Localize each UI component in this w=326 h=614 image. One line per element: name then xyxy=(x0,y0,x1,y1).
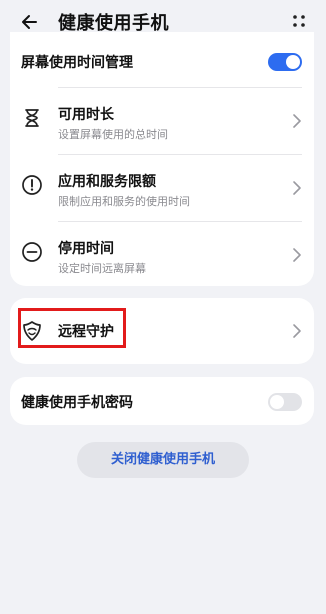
chevron-right-icon xyxy=(293,114,301,128)
exclamation-circle-icon xyxy=(22,175,42,195)
chevron-right-icon xyxy=(293,181,301,195)
password-card: 健康使用手机密码 xyxy=(10,377,314,425)
screen-time-card: 屏幕使用时间管理 可用时长 设置屏幕使用的总时间 应用和服务限额 限制应用和服务… xyxy=(10,32,314,286)
more-dots-icon xyxy=(293,15,305,27)
list-item-available-time[interactable]: 可用时长 设置屏幕使用的总时间 xyxy=(10,88,314,152)
screen-time-toggle[interactable] xyxy=(268,53,302,71)
minus-circle-icon xyxy=(22,242,42,262)
chevron-right-icon xyxy=(293,324,301,338)
item-title: 停用时间 xyxy=(58,241,114,257)
password-toggle[interactable] xyxy=(268,393,302,411)
remote-guardian-title: 远程守护 xyxy=(58,324,114,340)
more-button[interactable] xyxy=(288,10,310,32)
item-subtitle: 限制应用和服务的使用时间 xyxy=(58,195,190,208)
chevron-right-icon xyxy=(293,248,301,262)
list-item-downtime[interactable]: 停用时间 设定时间远离屏幕 xyxy=(10,222,314,286)
screen-time-row: 屏幕使用时间管理 xyxy=(10,32,314,80)
hourglass-icon xyxy=(25,109,39,127)
password-label: 健康使用手机密码 xyxy=(21,395,133,411)
screen-time-label: 屏幕使用时间管理 xyxy=(21,55,133,71)
list-item-app-limits[interactable]: 应用和服务限额 限制应用和服务的使用时间 xyxy=(10,155,314,219)
remote-guardian-card[interactable]: 远程守护 xyxy=(10,298,314,364)
item-subtitle: 设置屏幕使用的总时间 xyxy=(58,128,168,141)
item-title: 应用和服务限额 xyxy=(58,174,156,190)
item-title: 可用时长 xyxy=(58,107,114,123)
shield-icon xyxy=(23,321,41,341)
item-subtitle: 设定时间远离屏幕 xyxy=(58,262,146,275)
close-healthy-use-button[interactable]: 关闭健康使用手机 xyxy=(77,442,249,478)
